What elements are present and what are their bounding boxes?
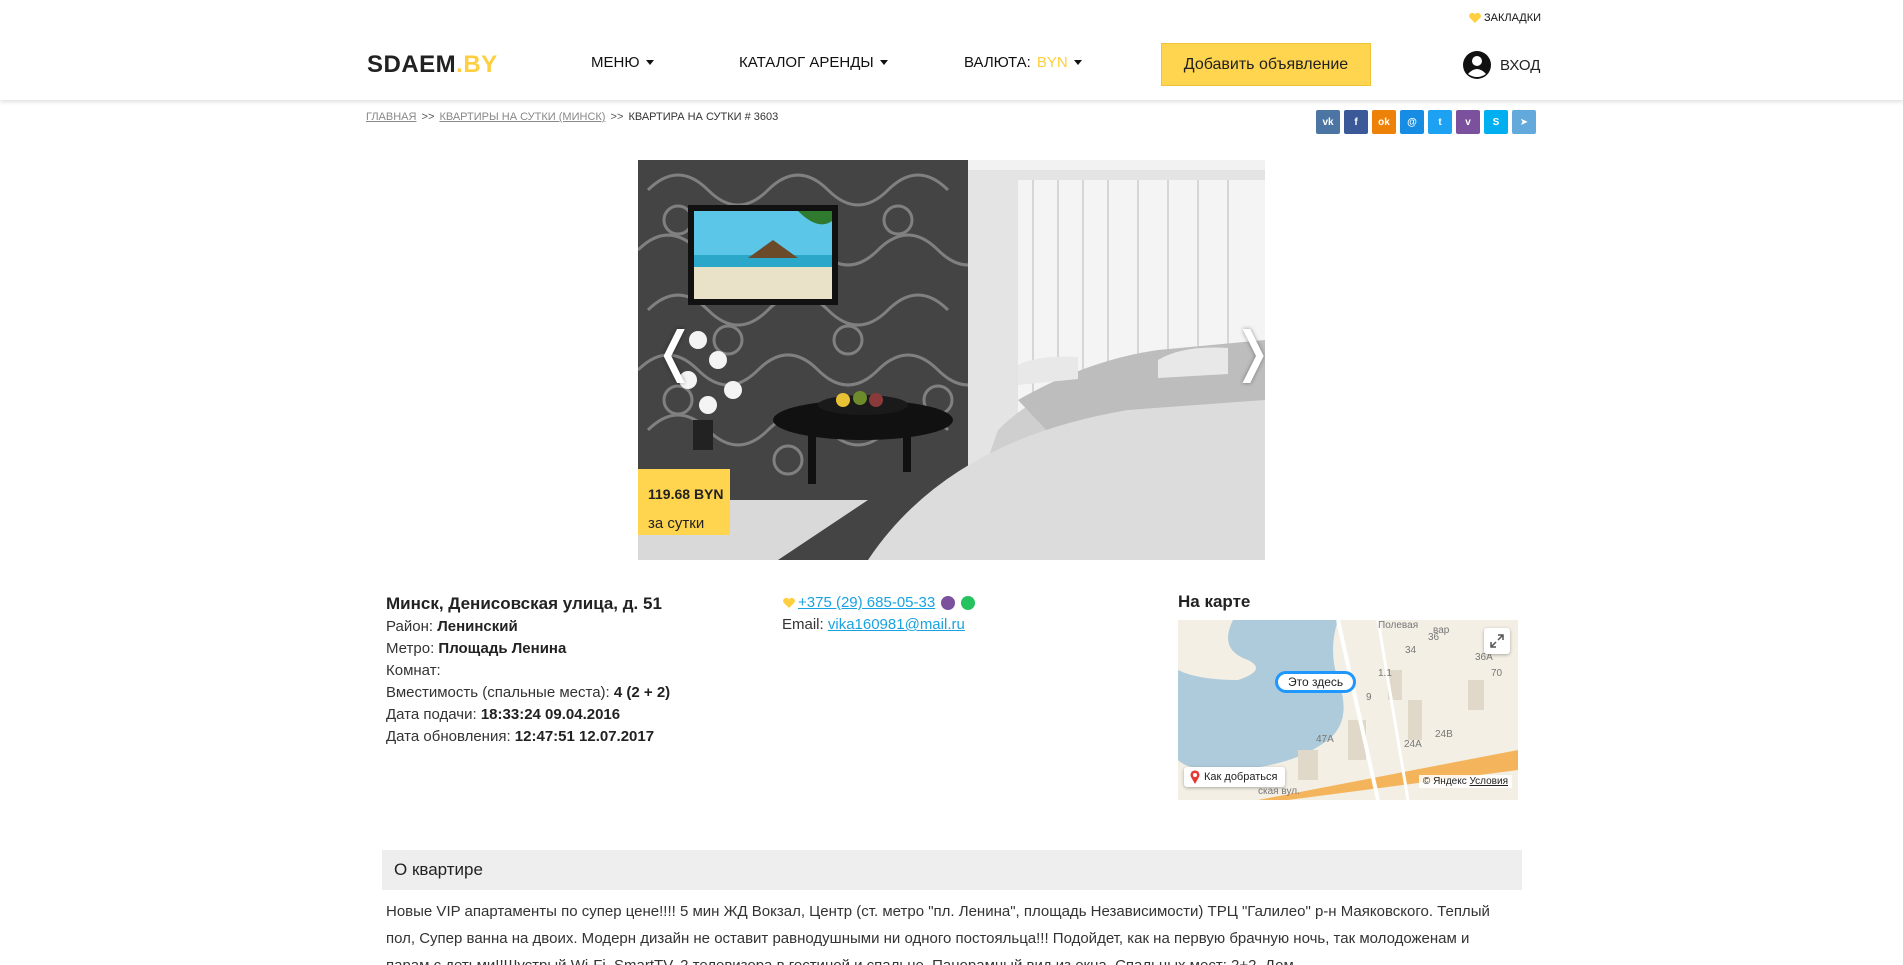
listing-details: Минск, Денисовская улица, д. 51 Район: Л… [386,592,670,748]
updated-value: 12:47:51 12.07.2017 [514,728,655,745]
map-house-label: 47А [1316,734,1334,745]
map-marker-here[interactable]: Это здесь [1275,671,1357,693]
breadcrumb-category[interactable]: КВАРТИРЫ НА СУТКИ (МИНСК) [439,111,605,123]
heart-icon [1469,12,1481,23]
facebook-share-icon[interactable]: f [1344,110,1368,134]
site-header: ЗАКЛАДКИ SDAEM.BY МЕНЮ КАТАЛОГ АРЕНДЫ ВА… [0,0,1903,100]
bookmarks-label: ЗАКЛАДКИ [1484,12,1542,24]
site-logo[interactable]: SDAEM.BY [367,51,498,79]
currency-label: ВАЛЮТА: [964,54,1031,71]
email-link[interactable]: vika160981@mail.ru [828,616,965,633]
capacity-value: 4 (2 + 2) [613,684,671,701]
map-house-label: 70 [1491,668,1503,679]
map-pin-icon [1190,770,1200,784]
capacity-row: Вместимость (спальные места): 4 (2 + 2) [386,682,670,704]
price-value: 119.68 BYN [648,486,724,502]
listing-photo[interactable]: ❬ ❭ [638,160,1265,560]
breadcrumb: ГЛАВНАЯ >> КВАРТИРЫ НА СУТКИ (МИНСК) >> … [366,111,778,123]
social-share-bar: vk f ok @ t v S ➤ [1316,110,1536,134]
skype-share-icon[interactable]: S [1484,110,1508,134]
map-expand-button[interactable] [1484,628,1510,654]
submitted-row: Дата подачи: 18:33:24 09.04.2016 [386,704,670,726]
login-label: ВХОД [1500,56,1541,74]
metro-value: Площадь Ленина [438,640,567,657]
twitter-share-icon[interactable]: t [1428,110,1452,134]
rooms-label: Комнат: [386,662,441,679]
telegram-share-icon[interactable]: ➤ [1512,110,1536,134]
copyright-text: © Яндекс [1422,776,1467,787]
listing-address: Минск, Денисовская улица, д. 51 [386,594,662,613]
menu-label: МЕНЮ [591,54,640,71]
rooms-row: Комнат: [386,660,670,682]
metro-label: Метро: [386,640,435,657]
menu-dropdown[interactable]: МЕНЮ [591,54,654,71]
map-route-button[interactable]: Как добраться [1184,767,1286,787]
logo-dot: .BY [456,51,498,78]
heart-icon [783,597,795,608]
map-house-label: 9 [1366,692,1372,703]
moimir-share-icon[interactable]: @ [1400,110,1424,134]
phone-row: +375 (29) 685-05-33 [782,592,976,614]
catalog-dropdown[interactable]: КАТАЛОГ АРЕНДЫ [739,54,888,71]
bookmarks-link[interactable]: ЗАКЛАДКИ [1468,12,1541,24]
price-badge: 119.68 BYN за сутки [638,469,730,535]
caret-down-icon [879,60,888,65]
breadcrumb-home[interactable]: ГЛАВНАЯ [366,111,416,123]
map-house-label: 36 [1428,632,1440,643]
viber-icon[interactable] [941,596,956,610]
about-description: Новые VIP апартаменты по супер цене!!!! … [386,903,1490,965]
map-house-label: 24А [1404,739,1422,750]
breadcrumb-current: КВАРТИРА НА СУТКИ # 3603 [628,111,779,123]
about-section-header: О квартире [382,850,1522,890]
district-label: Район: [386,618,434,635]
whatsapp-icon[interactable] [961,596,976,610]
user-icon [1463,51,1491,79]
catalog-label: КАТАЛОГ АРЕНДЫ [739,54,874,71]
phone-link[interactable]: +375 (29) 685-05-33 [798,592,935,614]
currency-value: BYN [1036,54,1068,71]
map-house-label: 24В [1435,729,1453,740]
email-label: Email: [782,616,824,633]
login-link[interactable]: ВХОД [1462,50,1540,80]
logo-main: SDAEM [367,51,457,78]
map-title: На карте [1178,592,1251,611]
breadcrumb-separator: >> [421,111,435,123]
add-listing-button[interactable]: Добавить объявление [1161,43,1371,86]
odnoklassniki-share-icon[interactable]: ok [1372,110,1396,134]
metro-row: Метро: Площадь Ленина [386,638,670,660]
caret-down-icon [645,60,654,65]
breadcrumb-separator: >> [610,111,624,123]
expand-icon [1490,634,1504,648]
map-copyright: © Яндекс Условия [1418,775,1512,788]
viber-share-icon[interactable]: v [1456,110,1480,134]
gallery-prev-arrow[interactable]: ❬ [652,320,697,383]
currency-dropdown[interactable]: ВАЛЮТА: BYN [964,54,1082,71]
capacity-label: Вместимость (спальные места): [386,684,610,701]
caret-down-icon [1073,60,1082,65]
submitted-label: Дата подачи: [386,706,477,723]
updated-label: Дата обновления: [386,728,511,745]
contact-info: +375 (29) 685-05-33 Email: vika160981@ma… [782,592,976,636]
price-period: за сутки [648,515,705,532]
room-photo-image [638,160,1265,560]
route-label: Как добраться [1204,771,1278,783]
email-row: Email: vika160981@mail.ru [782,614,975,636]
submitted-value: 18:33:24 09.04.2016 [480,706,621,723]
map-street-label: ская вул. [1258,786,1300,797]
yandex-map[interactable]: Полевая вар 36 34 36А 70 1.1 9 47А 24А 2… [1178,620,1518,800]
map-street-label: Полевая [1378,620,1419,631]
map-house-label: 1.1 [1378,668,1392,679]
map-house-label: 34 [1405,645,1417,656]
district-value: Ленинский [437,618,518,635]
updated-row: Дата обновления: 12:47:51 12.07.2017 [386,726,670,748]
gallery-next-arrow[interactable]: ❭ [1230,320,1265,383]
map-terms-link[interactable]: Условия [1469,776,1508,787]
vk-share-icon[interactable]: vk [1316,110,1340,134]
district-row: Район: Ленинский [386,616,670,638]
